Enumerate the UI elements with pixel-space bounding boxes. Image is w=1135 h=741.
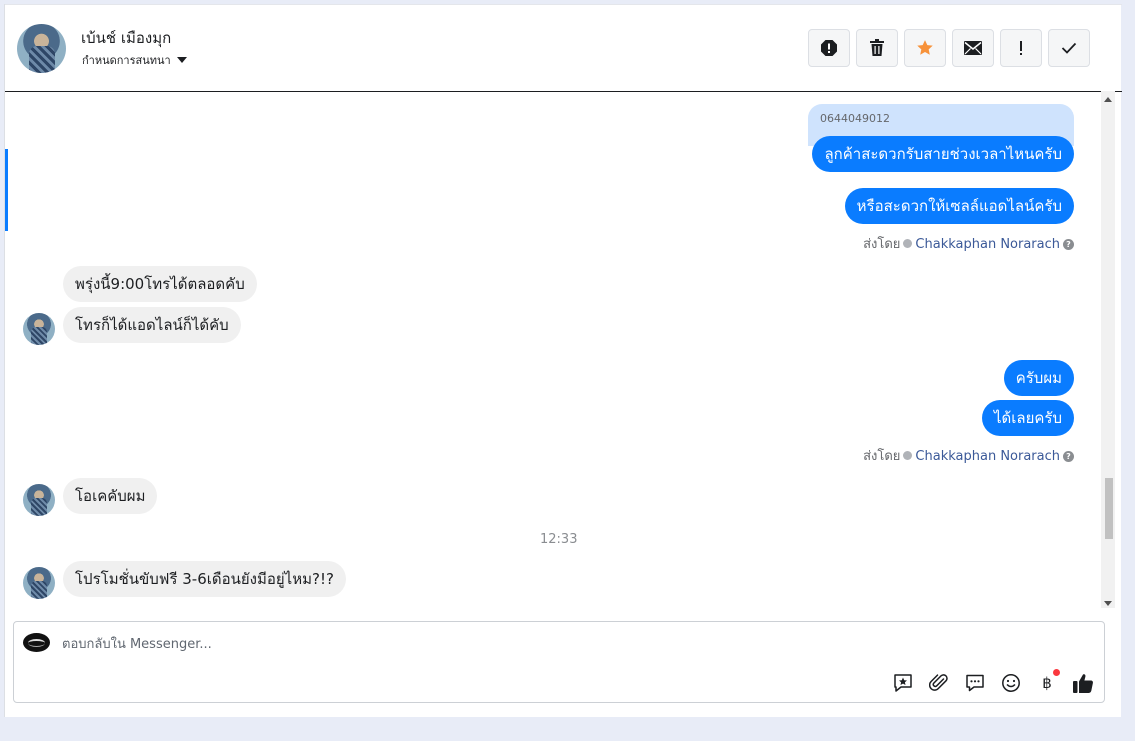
- contact-avatar[interactable]: [17, 24, 66, 73]
- assign-conversation-dropdown[interactable]: กำหนดการสนทนา: [82, 51, 187, 69]
- contact-avatar-small[interactable]: [23, 567, 55, 599]
- mail-icon: [964, 41, 982, 55]
- outgoing-message: หรือสะดวกให้เซลล์แอดไลน์ครับ: [844, 188, 1074, 224]
- assign-label: กำหนดการสนทนา: [82, 54, 171, 67]
- message-timestamp: 12:33: [540, 532, 578, 547]
- verified-icon: [903, 451, 913, 460]
- agent-name[interactable]: Chakkaphan Norarach: [915, 237, 1060, 252]
- notification-dot: [1053, 669, 1060, 676]
- contact-name[interactable]: เบ้นช์ เมืองมุก: [81, 26, 171, 50]
- mark-unread-button[interactable]: [952, 29, 994, 67]
- emoji-button[interactable]: [1000, 672, 1022, 694]
- chat-button[interactable]: [964, 672, 986, 694]
- incoming-message: พรุ่งนี้9:00โทรได้ตลอดคับ: [63, 266, 257, 302]
- like-icon: [1073, 674, 1093, 693]
- chat-icon: [966, 674, 984, 692]
- caret-down-icon: [176, 57, 187, 63]
- mark-done-button[interactable]: [1048, 29, 1090, 67]
- emoji-icon: [1002, 674, 1020, 692]
- trash-icon: [870, 39, 884, 56]
- sent-by-line: ส่งโดย Chakkaphan Norarach?: [863, 445, 1074, 466]
- sent-by-label: ส่งโดย: [863, 449, 901, 464]
- conversation-actions: [808, 29, 1090, 67]
- contact-avatar-small[interactable]: [23, 313, 55, 345]
- contact-avatar-small[interactable]: [23, 484, 55, 516]
- outgoing-message: ได้เลยครับ: [981, 400, 1074, 436]
- check-icon: [1061, 42, 1077, 54]
- verified-icon: [903, 239, 913, 248]
- star-icon: [917, 40, 933, 55]
- conversation-header: เบ้นช์ เมืองมุก กำหนดการสนทนา: [5, 4, 1122, 92]
- agent-name[interactable]: Chakkaphan Norarach: [915, 449, 1060, 464]
- attachment-icon: [929, 674, 948, 691]
- scroll-up-arrow-icon[interactable]: [1104, 97, 1112, 102]
- star-button[interactable]: [904, 29, 946, 67]
- outgoing-message: ครับผม: [1003, 360, 1074, 396]
- sent-by-line: ส่งโดย Chakkaphan Norarach?: [863, 233, 1074, 254]
- incoming-message: โอเคคับผม: [63, 478, 158, 514]
- sent-by-label: ส่งโดย: [863, 237, 901, 252]
- saved-reply-icon: [894, 674, 912, 692]
- follow-up-icon: [1020, 41, 1022, 55]
- reply-composer: ฿: [13, 621, 1105, 703]
- like-button[interactable]: [1072, 672, 1094, 694]
- delete-button[interactable]: [856, 29, 898, 67]
- attach-button[interactable]: [928, 672, 950, 694]
- outgoing-message: ลูกค้าสะดวกรับสายช่วงเวลาไหนครับ: [812, 136, 1074, 172]
- help-icon[interactable]: ?: [1063, 451, 1074, 462]
- help-icon[interactable]: ?: [1063, 239, 1074, 250]
- baht-icon: ฿: [1042, 674, 1052, 692]
- reply-input[interactable]: [62, 635, 962, 653]
- scroll-down-arrow-icon[interactable]: [1104, 601, 1112, 606]
- scroll-thumb[interactable]: [1105, 478, 1113, 539]
- composer-tools: ฿: [892, 669, 1094, 694]
- incoming-message: โทรก็ได้แอดไลน์ก็ได้คับ: [63, 307, 241, 343]
- follow-up-button[interactable]: [1000, 29, 1042, 67]
- quoted-phone: 0644049012: [820, 112, 890, 125]
- spam-icon: [821, 40, 837, 56]
- saved-reply-button[interactable]: [892, 672, 914, 694]
- page-avatar: [23, 633, 50, 652]
- incoming-message: โปรโมชั่นขับฟรี 3-6เดือนยังมีอยู่ไหม?!?: [63, 561, 346, 597]
- mark-spam-button[interactable]: [808, 29, 850, 67]
- payment-button[interactable]: ฿: [1036, 669, 1060, 694]
